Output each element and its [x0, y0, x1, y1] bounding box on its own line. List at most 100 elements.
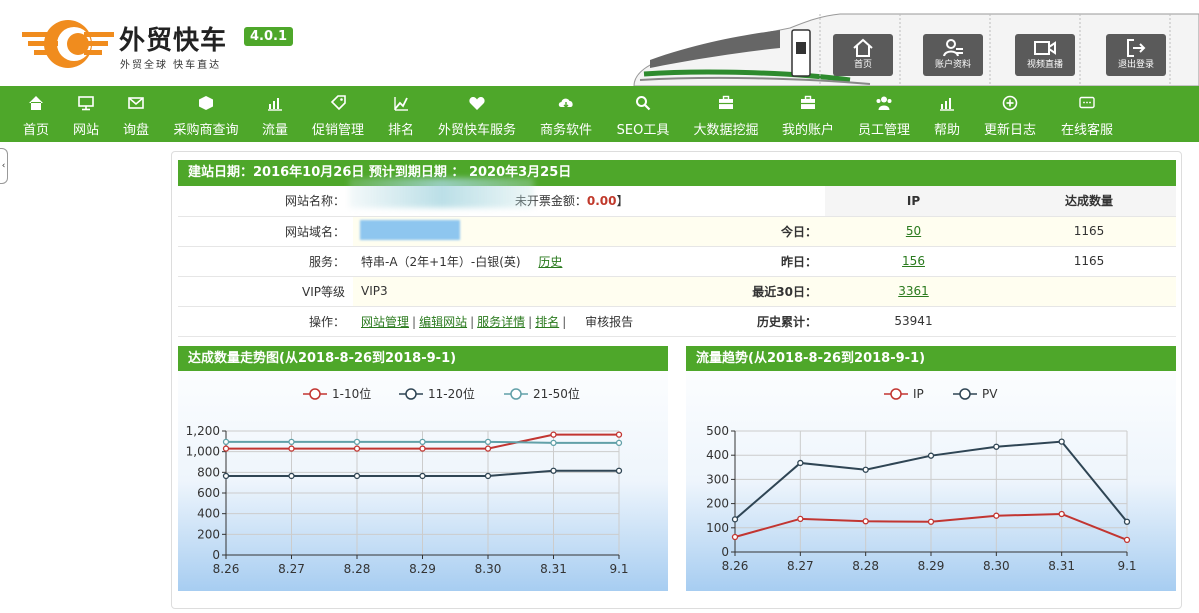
legend-item-1[interactable]: 11-20位 — [399, 386, 475, 401]
data-point[interactable] — [615, 431, 623, 438]
data-point[interactable] — [1058, 438, 1065, 445]
data-point[interactable] — [927, 452, 935, 459]
table-row: 网站名称： 未开票金额：0.00】 IP 达成数量 — [178, 186, 1176, 217]
stat-label-today: 今日： — [648, 216, 825, 247]
legend-item-0[interactable]: IP — [884, 387, 924, 401]
y-tick-label: 400 — [706, 448, 729, 462]
data-point[interactable] — [288, 472, 295, 480]
legend-label: 11-20位 — [428, 386, 475, 401]
data-point[interactable] — [484, 445, 492, 452]
data-point[interactable] — [288, 438, 295, 445]
vip-value: VIP3 — [353, 276, 648, 307]
audit-report-text[interactable]: 审核报告 — [585, 315, 633, 329]
data-point[interactable] — [288, 445, 295, 452]
top-account-button[interactable]: 账户资料 — [923, 34, 983, 76]
bar-chart-icon — [940, 98, 954, 111]
data-point[interactable] — [550, 439, 557, 447]
data-point[interactable] — [550, 431, 557, 438]
data-point[interactable] — [353, 472, 361, 480]
nav-item-7[interactable]: 外贸快车服务 — [432, 86, 522, 142]
data-point[interactable] — [1123, 518, 1131, 525]
y-tick-label: 600 — [197, 486, 220, 500]
service-history-link[interactable]: 历史 — [538, 255, 562, 269]
legend-item-1[interactable]: PV — [953, 387, 998, 401]
x-tick-label: 8.30 — [475, 562, 502, 576]
table-row: 操作： 网站管理 | 编辑网站 | 服务详情 | 排名 | 审核报告 历史累计： 53941 — [178, 306, 1176, 337]
site-manage-link[interactable]: 网站管理 — [361, 315, 409, 329]
data-point[interactable] — [353, 445, 361, 452]
table-row: 网站域名： 今日： 50 1165 — [178, 216, 1176, 247]
data-point[interactable] — [550, 467, 557, 474]
main-nav: 首页 网站 询盘 采购商查询 流量 促销管理 排名 外贸快车服务 商务软件 SEO工具 大数据挖掘我… — [0, 86, 1199, 142]
data-point[interactable] — [484, 472, 492, 480]
bar-chart-icon — [268, 98, 282, 111]
top-logout-button[interactable]: 退出登录 — [1106, 34, 1166, 76]
data-point[interactable] — [927, 518, 935, 525]
data-point[interactable] — [862, 466, 869, 473]
data-point[interactable] — [1058, 510, 1065, 518]
data-point[interactable] — [419, 472, 426, 480]
brand-slogan: 外贸全球 快车直达 — [120, 60, 222, 71]
site-info-table: 网站名称： 未开票金额：0.00】 IP 达成数量 网站域名： 今日： 50 1… — [178, 186, 1176, 337]
trend-icon — [394, 97, 408, 111]
stat-label-30days: 最近30日： — [648, 276, 825, 307]
uninvoiced-close: 】 — [616, 194, 629, 209]
y-tick-label: 1,000 — [186, 445, 220, 459]
side-collapse-toggle[interactable]: ‹ — [0, 148, 8, 184]
nav-item-9[interactable]: SEO工具 — [598, 86, 688, 142]
data-point[interactable] — [731, 533, 739, 541]
data-point[interactable] — [862, 518, 869, 525]
data-point[interactable] — [731, 516, 739, 523]
data-point[interactable] — [222, 445, 230, 452]
stat-done-today: 1165 — [1002, 216, 1176, 247]
data-point[interactable] — [797, 515, 804, 522]
ranking-link[interactable]: 排名 — [535, 315, 559, 329]
data-point[interactable] — [419, 438, 426, 445]
legend-item-2[interactable]: 21-50位 — [504, 386, 580, 401]
nav-item-label: 在线客服 — [1060, 123, 1113, 138]
stats-header-ip: IP — [825, 186, 1002, 217]
x-tick-label: 8.31 — [540, 562, 567, 576]
x-tick-label: 8.28 — [852, 559, 879, 573]
x-tick-label: 8.29 — [409, 562, 436, 576]
data-point[interactable] — [615, 467, 623, 474]
data-point[interactable] — [615, 439, 623, 447]
legend-label: IP — [913, 387, 924, 401]
top-video-button[interactable]: 视频直播 — [1015, 34, 1075, 76]
legend-item-0[interactable]: 1-10位 — [303, 386, 371, 401]
data-point[interactable] — [222, 438, 230, 445]
nav-item-10[interactable]: 大数据挖掘 — [681, 86, 771, 142]
vip-label: VIP等级 — [178, 276, 353, 307]
stat-done-30days — [1002, 276, 1176, 307]
nav-item-label: SEO工具 — [616, 123, 670, 138]
table-row: VIP等级 VIP3 最近30日： 3361 — [178, 276, 1176, 307]
site-edit-link[interactable]: 编辑网站 — [419, 315, 467, 329]
y-tick-label: 0 — [212, 548, 220, 562]
data-point[interactable] — [222, 472, 230, 480]
chart-title-rankings: 达成数量走势图(从2018-8-26到2018-9-1) — [178, 346, 668, 371]
data-point[interactable] — [353, 438, 361, 445]
data-point[interactable] — [1123, 536, 1131, 544]
briefcase-icon — [719, 95, 733, 109]
x-tick-label: 8.29 — [918, 559, 945, 573]
data-point[interactable] — [419, 445, 426, 452]
stat-ip-30days-link[interactable]: 3361 — [898, 284, 929, 298]
home-icon — [853, 38, 873, 57]
envelope-icon — [128, 97, 144, 109]
data-point[interactable] — [993, 443, 1000, 450]
nav-item-15[interactable]: 在线客服 — [1042, 86, 1132, 142]
stat-label-yesterday: 昨日： — [648, 246, 825, 277]
data-point[interactable] — [484, 438, 492, 445]
briefcase-icon — [801, 95, 815, 109]
stat-ip-today-link[interactable]: 50 — [906, 224, 921, 238]
service-detail-link[interactable]: 服务详情 — [477, 315, 525, 329]
y-tick-label: 200 — [197, 527, 220, 541]
header: 外贸快车 外贸全球 快车直达 4.0.1 首页 账户资料 视频直播 退出登录 — [0, 0, 1199, 86]
data-point[interactable] — [993, 512, 1000, 519]
data-point[interactable] — [797, 459, 804, 467]
stat-ip-yesterday-link[interactable]: 156 — [902, 254, 925, 268]
table-row: 服务： 特串-A（2年+1年）-白银(英) 历史 昨日： 156 1165 — [178, 246, 1176, 277]
video-camera-icon — [1034, 41, 1056, 55]
top-home-button[interactable]: 首页 — [833, 34, 893, 76]
brand-title: 外贸快车 — [119, 26, 228, 56]
